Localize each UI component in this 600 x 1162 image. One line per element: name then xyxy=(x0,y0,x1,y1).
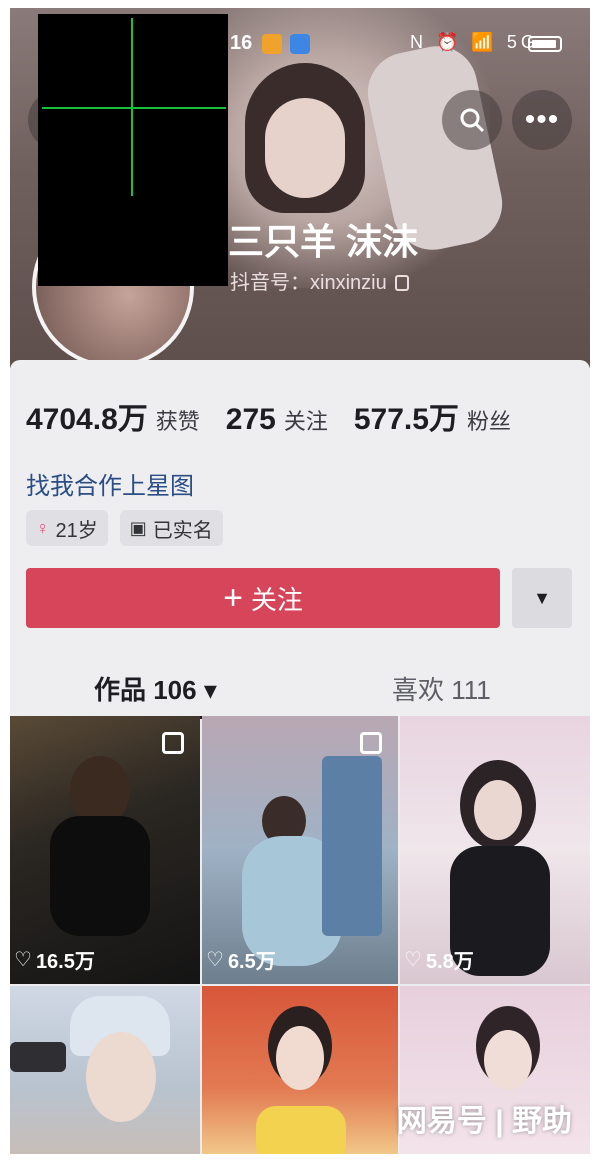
thumb-banner xyxy=(322,756,382,936)
stat-likes-value[interactable]: 4704.8万 xyxy=(26,394,148,438)
more-button[interactable]: ••• xyxy=(512,90,572,150)
profile-tags: ♀ 21岁 ▣ 已实名 xyxy=(26,510,235,546)
cover-photo-face xyxy=(265,98,345,198)
status-icons: N ⏰ 📶 5G xyxy=(410,32,539,52)
profile-name: 三只羊 沫沫 xyxy=(228,221,419,262)
redaction-box xyxy=(38,14,228,286)
multi-photo-icon xyxy=(162,732,184,754)
search-icon xyxy=(460,108,485,133)
video-thumbnail-5[interactable] xyxy=(202,986,398,1154)
profile-info-card: 4704.8万 获赞 275 关注 577.5万 粉丝 找我合作上星图 ♀ 21… xyxy=(10,360,590,720)
video-likes-count: 16.5万 xyxy=(35,951,95,973)
multi-photo-icon xyxy=(360,732,382,754)
heart-icon: ♡ xyxy=(206,949,224,971)
bio-link[interactable]: 找我合作上星图 xyxy=(26,466,194,501)
search-button[interactable] xyxy=(442,90,502,150)
thumb-figure-face xyxy=(276,1026,324,1090)
status-time: 16 xyxy=(230,32,253,54)
video-thumbnail-3[interactable]: ♡ 5.8万 xyxy=(400,716,590,984)
stat-following-value[interactable]: 275 xyxy=(226,403,276,437)
content-tabs: 作品 106 ▾ 喜欢 111 xyxy=(10,656,590,720)
video-thumbnail-4[interactable] xyxy=(10,986,200,1154)
notification-app-icon xyxy=(262,34,282,54)
camera-prop xyxy=(10,1042,66,1072)
tab-likes[interactable]: 喜欢 111 xyxy=(392,670,491,707)
more-icon: ••• xyxy=(524,103,560,136)
thumb-figure-body xyxy=(50,816,150,936)
thumb-figure-face xyxy=(484,1030,532,1090)
recommend-dropdown-button[interactable]: ▼ xyxy=(512,568,572,628)
tag-age-text: 21岁 xyxy=(55,519,98,542)
phone-screen: 16 N ⏰ 📶 5G ••• 三只羊 沫沫 抖音号：xinxinziu 470… xyxy=(10,8,590,1154)
video-likes: ♡ 5.8万 xyxy=(404,945,474,974)
stat-fans-value[interactable]: 577.5万 xyxy=(354,394,459,438)
plus-icon: + xyxy=(223,579,243,617)
stat-following-label: 关注 xyxy=(283,409,328,434)
copy-icon[interactable] xyxy=(394,275,409,291)
crosshair-horizontal xyxy=(42,107,226,109)
caret-down-icon: ▼ xyxy=(533,587,551,608)
follow-button[interactable]: + 关注 xyxy=(26,568,500,628)
thumb-figure-face xyxy=(86,1032,156,1122)
video-likes-count: 5.8万 xyxy=(425,951,474,973)
follow-label: 关注 xyxy=(250,584,303,615)
id-card-icon: ▣ xyxy=(129,517,147,538)
tag-age: ♀ 21岁 xyxy=(26,510,108,546)
stat-fans-label: 粉丝 xyxy=(466,409,511,434)
tag-verified-text: 已实名 xyxy=(152,519,213,542)
thumb-figure-body xyxy=(256,1106,346,1154)
video-likes: ♡ 6.5万 xyxy=(206,945,276,974)
notification-cloud-icon xyxy=(290,34,310,54)
thumb-figure-face xyxy=(474,780,522,840)
heart-icon: ♡ xyxy=(404,949,422,971)
douyin-id-text: 抖音号：xinxinziu xyxy=(230,272,387,294)
battery-icon xyxy=(528,36,562,52)
tag-verified: ▣ 已实名 xyxy=(119,510,223,546)
video-grid: ♡ 16.5万 ♡ 6.5万 ♡ 5.8万 xyxy=(10,716,590,1154)
video-likes-count: 6.5万 xyxy=(227,951,276,973)
female-icon: ♀ xyxy=(36,517,50,538)
video-thumbnail-2[interactable]: ♡ 6.5万 xyxy=(202,716,398,984)
tab-works[interactable]: 作品 106 ▾ xyxy=(94,670,217,707)
profile-cover: 16 N ⏰ 📶 5G ••• 三只羊 沫沫 抖音号：xinxinziu xyxy=(10,8,590,368)
watermark: 网易号 | 野助 xyxy=(396,1105,572,1138)
heart-icon: ♡ xyxy=(14,949,32,971)
video-likes: ♡ 16.5万 xyxy=(14,945,95,974)
profile-stats: 4704.8万 获赞 275 关注 577.5万 粉丝 xyxy=(26,394,537,438)
video-thumbnail-1[interactable]: ♡ 16.5万 xyxy=(10,716,200,984)
douyin-id: 抖音号：xinxinziu xyxy=(230,266,409,295)
stat-likes-label: 获赞 xyxy=(155,409,200,434)
